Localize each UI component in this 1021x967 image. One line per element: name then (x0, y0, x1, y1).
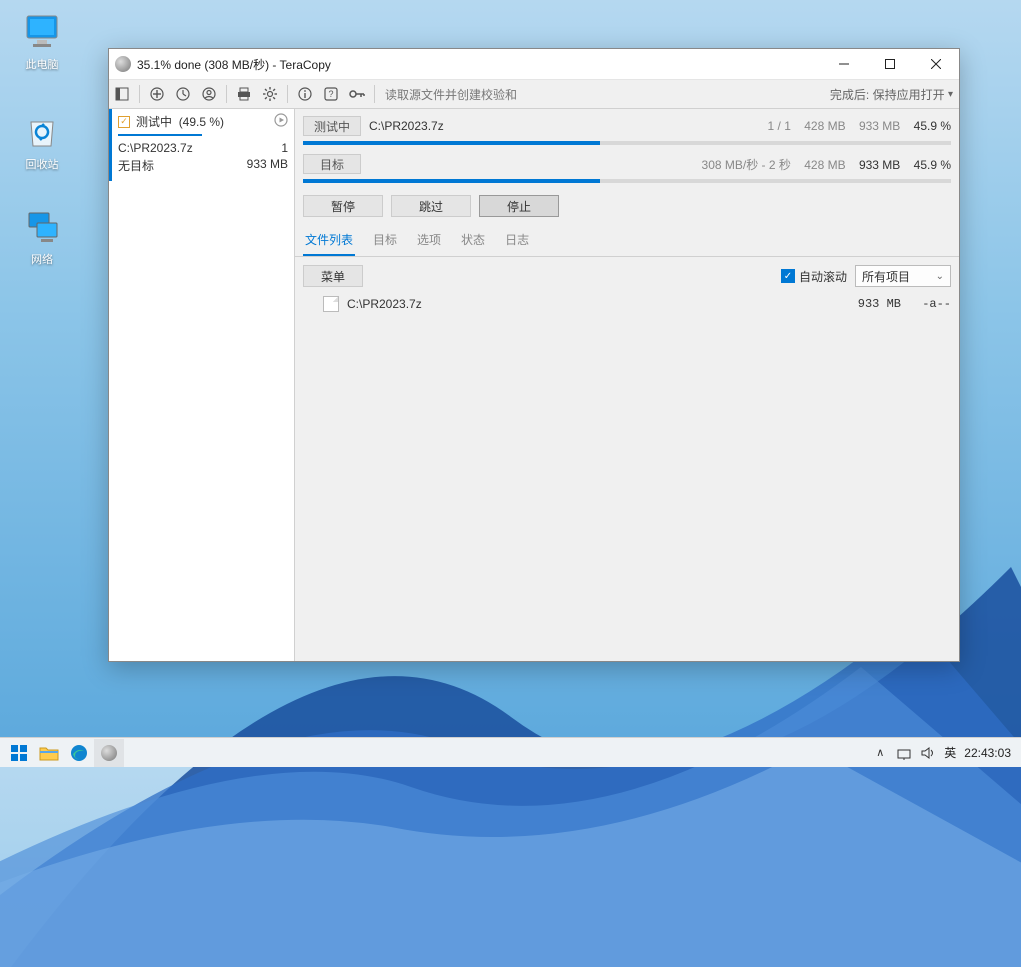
menu-button[interactable]: 菜单 (303, 265, 363, 287)
play-icon[interactable] (274, 113, 288, 130)
desktop-icon-label: 回收站 (26, 159, 59, 171)
task-item[interactable]: ✓ 测试中 (49.5 %) C:\PR2023.7z1 无目标933 MB (109, 109, 294, 181)
tab-options[interactable]: 选项 (415, 225, 443, 256)
info-icon[interactable] (292, 81, 318, 107)
tray-chevron-icon[interactable]: ∧ (872, 745, 888, 761)
task-check-icon: ✓ (118, 116, 130, 128)
tab-target[interactable]: 目标 (371, 225, 399, 256)
tabs: 文件列表 目标 选项 状态 日志 (295, 225, 959, 257)
svg-text:?: ? (328, 89, 333, 99)
window-title: 35.1% done (308 MB/秒) - TeraCopy (137, 56, 821, 73)
desktop-icon-label: 此电脑 (26, 59, 59, 71)
taskbar-explorer[interactable] (34, 739, 64, 767)
print-icon[interactable] (231, 81, 257, 107)
maximize-button[interactable] (867, 49, 913, 79)
chevron-down-icon: ⌄ (936, 271, 944, 282)
tray-volume-icon[interactable] (920, 745, 936, 761)
after-complete-dropdown[interactable]: 完成后: 保持应用打开 ▾ (830, 86, 953, 103)
recycle-icon (21, 110, 63, 152)
key-icon[interactable] (344, 81, 370, 107)
toggle-panel-icon[interactable] (109, 81, 135, 107)
help-icon[interactable]: ? (318, 81, 344, 107)
add-icon[interactable] (144, 81, 170, 107)
file-list: C:\PR2023.7z 933 MB -a-- (295, 293, 959, 661)
chevron-down-icon: ▾ (948, 89, 953, 100)
source-label-button[interactable]: 测试中 (303, 116, 361, 136)
app-icon (115, 56, 131, 72)
toolbar-status: 读取源文件并创建校验和 (385, 86, 517, 103)
taskbar: ∧ 英 22:43:03 (0, 737, 1021, 767)
titlebar[interactable]: 35.1% done (308 MB/秒) - TeraCopy (109, 49, 959, 79)
autoscroll-checkbox[interactable]: ✓ (781, 269, 795, 283)
stop-button[interactable]: 停止 (479, 195, 559, 217)
settings-icon[interactable] (257, 81, 283, 107)
file-icon (323, 296, 339, 312)
desktop-icon-label: 网络 (31, 254, 53, 266)
source-path: C:\PR2023.7z (369, 119, 768, 133)
source-progress-bar (303, 141, 951, 145)
tray-ime[interactable]: 英 (944, 744, 956, 761)
tab-log[interactable]: 日志 (503, 225, 531, 256)
target-label-button[interactable]: 目标 (303, 154, 361, 174)
tab-status[interactable]: 状态 (459, 225, 487, 256)
taskbar-edge[interactable] (64, 739, 94, 767)
autoscroll-label: 自动滚动 (799, 268, 847, 285)
desktop-icon-network[interactable]: 网络 (12, 205, 72, 267)
pause-button[interactable]: 暂停 (303, 195, 383, 217)
task-progress-bar (118, 134, 202, 136)
history-icon[interactable] (170, 81, 196, 107)
list-item[interactable]: C:\PR2023.7z 933 MB -a-- (303, 293, 951, 315)
tab-filelist[interactable]: 文件列表 (303, 225, 355, 256)
filter-select[interactable]: 所有项目 ⌄ (855, 265, 951, 287)
target-progress-bar (303, 179, 951, 183)
tray-network-icon[interactable] (896, 745, 912, 761)
target-stats: 308 MB/秒 - 2 秒 428 MB 933 MB 45.9 % (702, 156, 951, 173)
taskbar-teracopy[interactable] (94, 739, 124, 767)
close-button[interactable] (913, 49, 959, 79)
start-button[interactable] (4, 739, 34, 767)
toolbar: ? 读取源文件并创建校验和 完成后: 保持应用打开 ▾ (109, 79, 959, 109)
skip-button[interactable]: 跳过 (391, 195, 471, 217)
teracopy-window: 35.1% done (308 MB/秒) - TeraCopy ? 读取源文件… (108, 48, 960, 662)
tray-clock[interactable]: 22:43:03 (964, 746, 1011, 760)
source-stats: 1 / 1 428 MB 933 MB 45.9 % (768, 119, 951, 133)
task-list-panel: ✓ 测试中 (49.5 %) C:\PR2023.7z1 无目标933 MB (109, 109, 295, 661)
desktop-icon-computer[interactable]: 此电脑 (12, 10, 72, 72)
user-icon[interactable] (196, 81, 222, 107)
computer-icon (21, 10, 63, 52)
minimize-button[interactable] (821, 49, 867, 79)
desktop-icon-recycle[interactable]: 回收站 (12, 110, 72, 172)
network-icon (21, 205, 63, 247)
